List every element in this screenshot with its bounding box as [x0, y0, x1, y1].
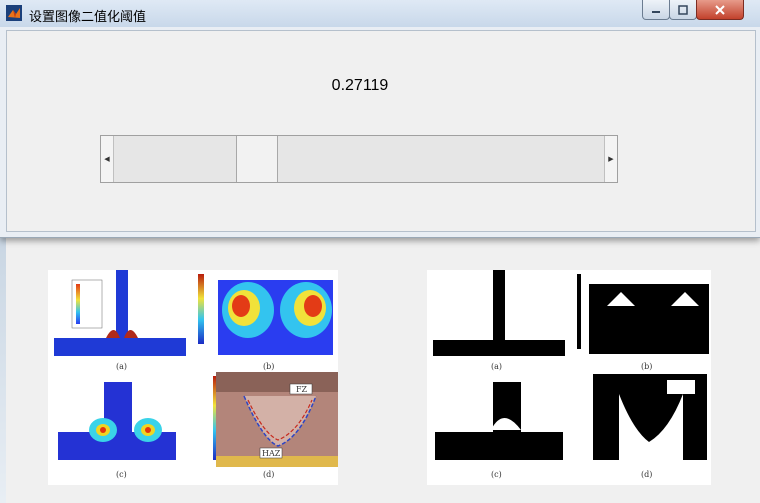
figure-left: (a) (b) (c) (d) FZ HAZ: [48, 270, 338, 485]
figure-right-image: [433, 270, 709, 460]
figure-left-annotation-fz: FZ: [296, 385, 308, 394]
figure-left-label-a: (a): [116, 362, 128, 371]
figure-right: (a) (b) (c) (d): [427, 270, 711, 485]
minimize-button[interactable]: [642, 0, 670, 20]
matlab-icon: [6, 5, 22, 21]
dialog-title: 设置图像二值化阈值: [29, 10, 147, 25]
figure-right-label-c: (c): [491, 470, 502, 479]
maximize-button[interactable]: [669, 0, 697, 20]
minimize-icon: [652, 10, 660, 13]
figure-left-label-d: (d): [263, 470, 275, 479]
figure-left-annotation-haz: HAZ: [262, 449, 281, 458]
figure-right-label-b: (b): [641, 362, 653, 371]
threshold-dialog: 设置图像二值化阈值 0.27119 ◀ ▶: [0, 0, 760, 238]
threshold-slider[interactable]: ◀ ▶: [100, 135, 618, 183]
maximize-icon: [678, 4, 688, 15]
close-icon: [715, 4, 725, 15]
figure-right-label-a: (a): [491, 362, 503, 371]
figure-left-image: [54, 270, 338, 467]
slider-trough-left[interactable]: [114, 136, 236, 182]
slider-trough-right[interactable]: [279, 136, 605, 182]
figure-left-label-c: (c): [116, 470, 127, 479]
slider-thumb[interactable]: [236, 136, 278, 182]
slider-right-button[interactable]: ▶: [604, 136, 617, 182]
background-window-edge: [0, 238, 6, 503]
close-button[interactable]: [696, 0, 744, 20]
threshold-value-label: 0.27119: [331, 77, 389, 94]
title-bar[interactable]: 设置图像二值化阈值: [0, 0, 760, 27]
figure-left-label-b: (b): [263, 362, 275, 371]
arrow-left-icon: ◀: [104, 155, 110, 163]
arrow-right-icon: ▶: [608, 155, 614, 163]
slider-left-button[interactable]: ◀: [101, 136, 114, 182]
figure-right-label-d: (d): [641, 470, 653, 479]
dialog-content: [6, 30, 756, 232]
